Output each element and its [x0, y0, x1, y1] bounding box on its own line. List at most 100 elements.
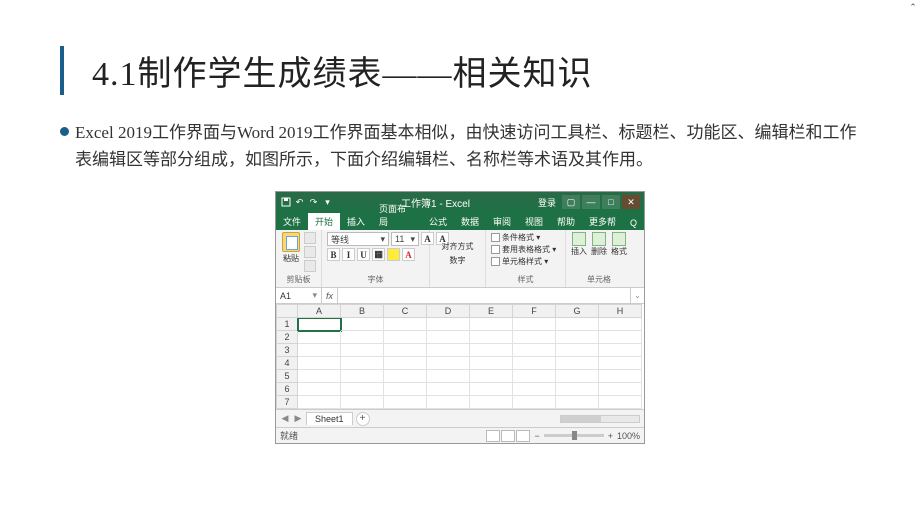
- cell[interactable]: [427, 396, 470, 409]
- cut-icon[interactable]: [304, 232, 316, 244]
- cell[interactable]: [298, 331, 341, 344]
- cell[interactable]: [513, 357, 556, 370]
- page-break-view-icon[interactable]: [516, 430, 530, 442]
- font-name-combo[interactable]: 等线▾: [327, 232, 389, 246]
- cell[interactable]: [384, 318, 427, 331]
- fill-color-icon[interactable]: [387, 248, 400, 261]
- cell[interactable]: [513, 370, 556, 383]
- number-button[interactable]: 数字: [450, 255, 466, 266]
- paste-button[interactable]: 粘贴: [281, 232, 301, 264]
- column-header[interactable]: B: [341, 304, 384, 318]
- column-header[interactable]: D: [427, 304, 470, 318]
- zoom-thumb[interactable]: [572, 431, 577, 440]
- title-bar[interactable]: ↶ ↷ ▾ 工作簿1 - Excel 登录 ▢ — □ ✕: [276, 192, 644, 212]
- tab-review[interactable]: 审阅: [486, 213, 518, 230]
- tab-tell-me[interactable]: Q: [623, 216, 644, 230]
- collapse-ribbon-icon[interactable]: ⌃: [908, 2, 918, 12]
- insert-button[interactable]: 插入: [571, 232, 587, 257]
- cell[interactable]: [513, 344, 556, 357]
- column-header[interactable]: C: [384, 304, 427, 318]
- font-size-combo[interactable]: 11▾: [391, 232, 419, 246]
- cell[interactable]: [556, 357, 599, 370]
- tab-file[interactable]: 文件: [276, 213, 308, 230]
- tab-data[interactable]: 数据: [454, 213, 486, 230]
- cell[interactable]: [427, 331, 470, 344]
- delete-button[interactable]: 删除: [591, 232, 607, 257]
- row-header[interactable]: 3: [276, 344, 298, 357]
- cell[interactable]: [341, 396, 384, 409]
- cell[interactable]: [599, 396, 642, 409]
- page-layout-view-icon[interactable]: [501, 430, 515, 442]
- cell[interactable]: [384, 357, 427, 370]
- cell[interactable]: [341, 383, 384, 396]
- alignment-button[interactable]: 对齐方式: [442, 241, 474, 252]
- tab-view[interactable]: 视图: [518, 213, 550, 230]
- formula-input[interactable]: [338, 288, 630, 303]
- cell[interactable]: [298, 344, 341, 357]
- cell[interactable]: [341, 318, 384, 331]
- cell[interactable]: [470, 383, 513, 396]
- cell[interactable]: [599, 331, 642, 344]
- tab-page-layout[interactable]: 页面布局: [372, 200, 422, 230]
- cell[interactable]: [556, 396, 599, 409]
- cell[interactable]: [427, 357, 470, 370]
- cell[interactable]: [470, 331, 513, 344]
- copy-icon[interactable]: [304, 246, 316, 258]
- cell[interactable]: [513, 318, 556, 331]
- format-button[interactable]: 格式: [611, 232, 627, 257]
- cell[interactable]: [599, 357, 642, 370]
- row-header[interactable]: 7: [276, 396, 298, 409]
- border-icon[interactable]: ▦: [372, 248, 385, 261]
- tab-formulas[interactable]: 公式: [422, 213, 454, 230]
- column-header[interactable]: A: [298, 304, 341, 318]
- cell[interactable]: [513, 383, 556, 396]
- column-header[interactable]: F: [513, 304, 556, 318]
- horizontal-scrollbar[interactable]: [560, 415, 640, 423]
- cell[interactable]: [384, 396, 427, 409]
- cell[interactable]: [599, 344, 642, 357]
- cell[interactable]: [556, 383, 599, 396]
- cell-a1[interactable]: [298, 318, 341, 331]
- cell[interactable]: [341, 357, 384, 370]
- login-link[interactable]: 登录: [538, 196, 556, 209]
- cell[interactable]: [470, 357, 513, 370]
- sheet-nav-next-icon[interactable]: ▶: [293, 413, 303, 424]
- expand-formula-bar-icon[interactable]: ⌄: [630, 288, 644, 303]
- cell[interactable]: [556, 344, 599, 357]
- zoom-out-button[interactable]: −: [534, 431, 539, 441]
- cell[interactable]: [384, 344, 427, 357]
- qat-dropdown-icon[interactable]: ▾: [322, 197, 333, 208]
- worksheet-grid[interactable]: A B C D E F G H 1 2 3 4 5 6 7: [276, 304, 644, 409]
- cell[interactable]: [470, 344, 513, 357]
- save-icon[interactable]: [280, 197, 291, 208]
- italic-icon[interactable]: I: [342, 248, 355, 261]
- zoom-level[interactable]: 100%: [617, 431, 640, 441]
- font-color-icon[interactable]: A: [402, 248, 415, 261]
- cell[interactable]: [298, 370, 341, 383]
- zoom-slider[interactable]: [544, 434, 604, 437]
- cell[interactable]: [298, 357, 341, 370]
- bold-icon[interactable]: B: [327, 248, 340, 261]
- select-all-corner[interactable]: [276, 304, 298, 318]
- cell[interactable]: [427, 383, 470, 396]
- cell[interactable]: [298, 383, 341, 396]
- cell[interactable]: [384, 370, 427, 383]
- cell[interactable]: [427, 318, 470, 331]
- fx-button[interactable]: fx: [322, 288, 338, 303]
- row-header[interactable]: 1: [276, 318, 298, 331]
- cell[interactable]: [341, 370, 384, 383]
- cell[interactable]: [470, 396, 513, 409]
- sheet-tab[interactable]: Sheet1: [306, 412, 353, 425]
- format-painter-icon[interactable]: [304, 260, 316, 272]
- ribbon-options-icon[interactable]: ▢: [562, 195, 580, 209]
- cell[interactable]: [427, 344, 470, 357]
- tab-home[interactable]: 开始: [308, 213, 340, 230]
- cell[interactable]: [341, 331, 384, 344]
- name-box[interactable]: A1▾: [276, 288, 322, 303]
- cell-styles-button[interactable]: 单元格样式 ▾: [491, 256, 548, 267]
- row-header[interactable]: 5: [276, 370, 298, 383]
- column-header[interactable]: E: [470, 304, 513, 318]
- cell[interactable]: [384, 331, 427, 344]
- column-header[interactable]: G: [556, 304, 599, 318]
- cell[interactable]: [470, 370, 513, 383]
